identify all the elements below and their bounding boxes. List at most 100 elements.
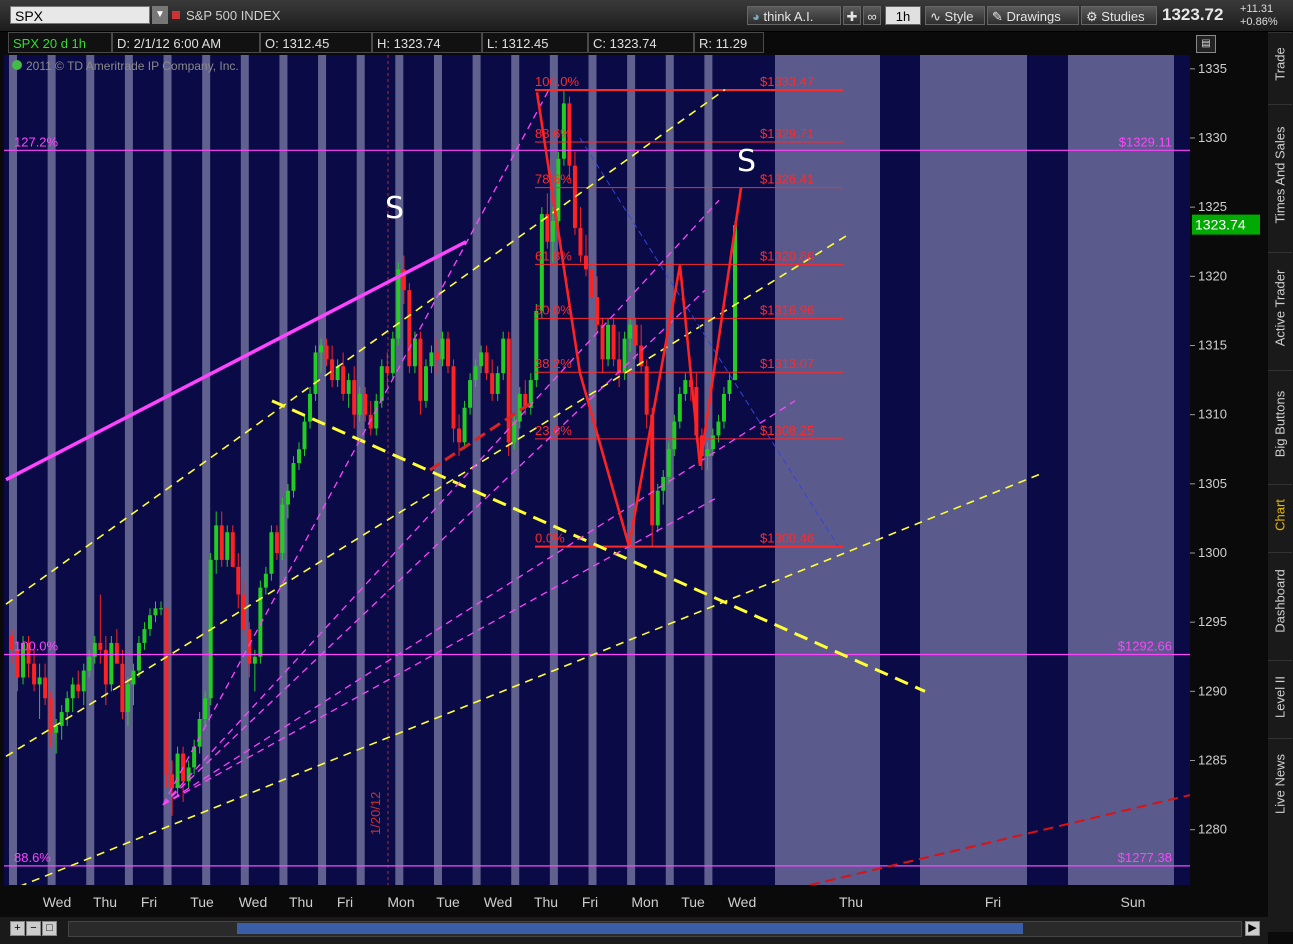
fib-level-pct: 100.0% [535, 74, 580, 89]
candle-body [628, 324, 633, 339]
candle-body [274, 532, 279, 553]
candle-body [501, 338, 506, 374]
session-band [47, 55, 56, 885]
drawings-button[interactable]: ✎ Drawings [987, 6, 1079, 25]
candle-body [374, 400, 379, 429]
scrollbar-thumb[interactable] [237, 923, 1023, 934]
info-low: L: 1312.45 [482, 32, 588, 53]
studies-button[interactable]: ⚙ Studies [1081, 6, 1157, 25]
chart-settings-icon[interactable]: ▤ [1196, 35, 1216, 53]
candle-body [43, 677, 48, 699]
y-tick-label: 1315 [1198, 338, 1227, 353]
x-tick-label: Thu [93, 894, 117, 910]
side-tab-label: Dashboard [1272, 569, 1288, 633]
side-tab-live-news[interactable]: Live News [1268, 738, 1292, 829]
candle-body [710, 435, 715, 450]
candle-body [595, 297, 600, 325]
side-tab-chart[interactable]: Chart [1268, 484, 1292, 545]
session-band [588, 55, 597, 885]
candle-body [70, 684, 75, 699]
candle-body [379, 366, 384, 401]
candle-body [473, 366, 478, 381]
session-band [86, 55, 95, 885]
fib-ext-100-price: $1292.66 [1118, 639, 1172, 654]
y-tick-label: 1280 [1198, 822, 1227, 837]
x-tick-label: Tue [190, 894, 214, 910]
candle-body [423, 366, 428, 401]
y-tick-label: 1335 [1198, 61, 1227, 76]
candle-body [733, 225, 737, 381]
side-tab-trade[interactable]: Trade [1268, 32, 1292, 95]
candle-body [313, 352, 318, 394]
fib-level-pct: 88.6% [535, 126, 572, 141]
symbol-dropdown-icon[interactable]: ▼ [152, 6, 168, 24]
think-ai-button[interactable]: ◕ think A.I. [747, 6, 841, 25]
side-tab-label: Level II [1272, 676, 1288, 718]
side-tab-label: Active Trader [1272, 269, 1288, 347]
side-tab-times-and-sales[interactable]: Times And Sales [1268, 104, 1292, 245]
x-axis: Wed Thu Fri Tue Wed Thu Fri Mon Tue Wed Thu Fri Mon T… [0, 885, 1190, 917]
candle-body [219, 525, 224, 560]
annotation-s-right: S [737, 144, 756, 179]
candle-body [363, 393, 368, 415]
candle-body [672, 421, 677, 450]
candle-body [440, 338, 445, 360]
crosshair-icon[interactable]: ✚ [843, 6, 861, 25]
candle-body [280, 504, 285, 553]
fib-level-price: $1316.96 [760, 302, 814, 317]
side-tab-active-trader[interactable]: Active Trader [1268, 252, 1292, 363]
symbol-input[interactable]: SPX [10, 6, 150, 24]
y-axis: 1280 1285 1290 1295 1300 1305 1310 1315 1320 1325… [1190, 55, 1268, 917]
x-tick-label: Thu [839, 894, 863, 910]
candle-body [462, 407, 467, 443]
candle-body [434, 352, 439, 360]
candle-body [583, 255, 588, 270]
style-label: Style [944, 9, 974, 24]
candle-body [468, 380, 473, 408]
horizontal-scrollbar[interactable] [68, 921, 1242, 937]
x-tick-label: Fri [582, 894, 598, 910]
candle-body [490, 373, 495, 394]
candle-body [633, 324, 638, 346]
x-tick-label: Mon [387, 894, 414, 910]
candle-body [335, 366, 340, 381]
x-tick-label: Thu [289, 894, 313, 910]
candle-body [396, 269, 401, 339]
candle-body [319, 345, 324, 353]
x-tick-label: Tue [436, 894, 460, 910]
fib-level-pct: 78.6% [535, 172, 572, 187]
fib-level-pct: 0.0% [535, 531, 565, 546]
candle-body [418, 338, 423, 401]
style-button[interactable]: ∿ Style [925, 6, 985, 25]
side-tab-level-ii[interactable]: Level II [1268, 660, 1292, 733]
copyright-text: 2011 © TD Ameritrade IP Company, Inc. [26, 59, 239, 73]
chart-description: SPX 20 d 1h [8, 32, 112, 53]
timeframe-button[interactable]: 1h [885, 6, 921, 25]
session-band [318, 55, 327, 885]
zoom-reset-icon[interactable]: □ [42, 921, 57, 936]
fib-ext-88-price: $1277.38 [1118, 850, 1172, 865]
price-chart[interactable]: 1/20/12 127.2% $1329.11 100.0% $1292.66 88.6%… [0, 55, 1268, 917]
zoom-in-icon[interactable]: + [10, 921, 25, 936]
y-tick-label: 1310 [1198, 407, 1227, 422]
scroll-right-icon[interactable]: ▶ [1245, 921, 1260, 936]
side-tab-big-buttons[interactable]: Big Buttons [1268, 370, 1292, 477]
link-icon[interactable]: ∞ [863, 6, 881, 25]
fib-ext-127-pct: 127.2% [14, 134, 59, 149]
candle-body [175, 753, 180, 789]
future-band [1068, 55, 1174, 885]
candle-body [484, 352, 489, 374]
side-tab-dashboard[interactable]: Dashboard [1268, 552, 1292, 649]
y-tick-label: 1330 [1198, 130, 1227, 145]
candle-body [346, 380, 351, 394]
candle-body [716, 421, 721, 436]
candle-body [76, 684, 81, 692]
zoom-out-icon[interactable]: − [26, 921, 41, 936]
side-tab-label: Chart [1272, 499, 1288, 531]
candle-body [600, 324, 605, 360]
candle-body [606, 324, 611, 360]
candle-body [131, 670, 136, 685]
x-tick-label: Wed [484, 894, 513, 910]
candle-body [495, 373, 500, 394]
x-tick-label: Mon [631, 894, 658, 910]
